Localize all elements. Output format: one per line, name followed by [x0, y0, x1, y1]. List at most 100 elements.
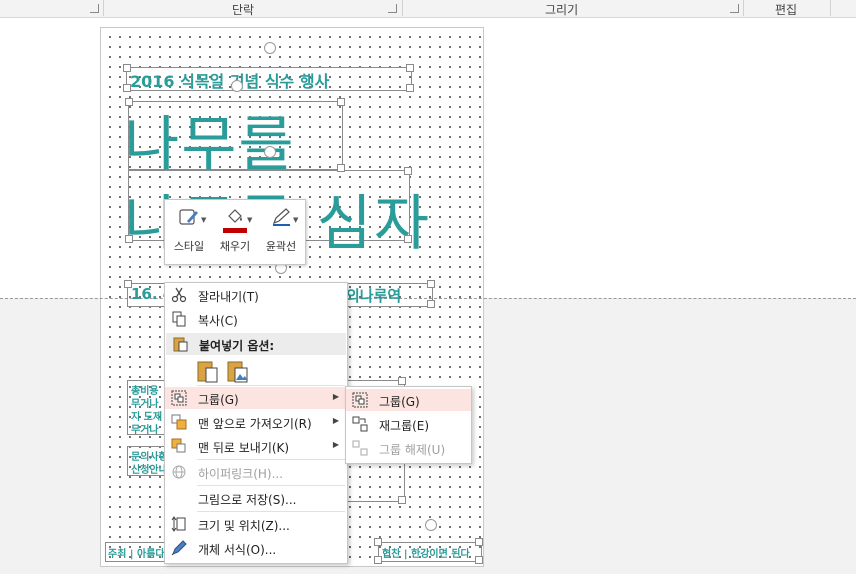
- menu-separator: [197, 385, 345, 386]
- ribbon-separator: [830, 0, 831, 16]
- resize-handle[interactable]: [125, 235, 133, 243]
- menu-item-label: 복사(C): [198, 314, 238, 328]
- resize-handle[interactable]: [404, 167, 412, 175]
- resize-handle[interactable]: [427, 280, 435, 288]
- resize-handle[interactable]: [406, 64, 414, 72]
- ribbon-separator: [402, 0, 403, 16]
- menu-item-label: 잘라내기(T): [198, 290, 259, 304]
- resize-handle[interactable]: [374, 556, 382, 564]
- menu-item-label: 맨 뒤로 보내기(K): [198, 441, 290, 455]
- slide-subtitle: 2016 식목일 기념 식수 행사: [130, 72, 330, 91]
- mini-style-label: 스타일: [173, 240, 205, 253]
- resize-handle[interactable]: [406, 84, 414, 92]
- submenu-arrow-icon: ▶: [332, 440, 339, 449]
- resize-handle[interactable]: [398, 496, 406, 504]
- menu-item-label: 그룹(G): [198, 393, 239, 407]
- resize-handle[interactable]: [337, 98, 345, 106]
- clipboard-icon: [173, 337, 188, 352]
- ribbon-group-paragraph: 단락: [232, 3, 255, 17]
- resize-handle[interactable]: [475, 556, 483, 564]
- send-to-back-icon: [171, 438, 186, 453]
- submenu-item-ungroup: 그룹 해제(U): [346, 437, 471, 459]
- hyperlink-icon: [172, 465, 186, 479]
- bring-to-front-icon: [171, 414, 187, 430]
- paste-options-header: 붙여넣기 옵션:: [166, 333, 346, 355]
- menu-item-copy[interactable]: 복사(C): [165, 308, 347, 330]
- contact-text-line: 신청안내: [131, 465, 168, 476]
- rotate-handle-icon[interactable]: [231, 80, 243, 92]
- rotate-handle-icon[interactable]: [264, 42, 276, 54]
- dialog-launcher-icon[interactable]: [90, 4, 99, 13]
- resize-handle[interactable]: [123, 84, 131, 92]
- menu-item-label: 그림으로 저장(S)...: [198, 493, 297, 507]
- menu-item-format-object[interactable]: 개체 서식(O)...: [165, 537, 347, 559]
- ribbon-group-editing: 편집: [775, 3, 798, 17]
- group-icon: [171, 390, 187, 406]
- rotate-handle-icon[interactable]: [264, 146, 276, 158]
- ungroup-icon: [352, 440, 368, 456]
- slide-location: 의나루역: [346, 287, 402, 305]
- dialog-launcher-icon[interactable]: [388, 4, 397, 13]
- rotate-handle-icon[interactable]: [425, 519, 437, 531]
- mini-toolbar: ▼ 스타일 ▼ 채우기 ▼ 윤곽선: [164, 199, 306, 265]
- submenu-item-label: 재그룹(E): [379, 419, 430, 433]
- menu-item-cut[interactable]: 잘라내기(T): [165, 284, 347, 306]
- mini-style-button[interactable]: ▼ 스타일: [167, 202, 211, 260]
- mini-outline-label: 윤곽선: [265, 240, 297, 253]
- fill-bucket-icon: [228, 209, 242, 223]
- menu-separator: [197, 459, 345, 460]
- format-shape-icon: [171, 540, 187, 556]
- info-text-line: 무거나: [131, 425, 159, 436]
- menu-item-label: 맨 앞으로 가져오기(R): [198, 417, 312, 431]
- menu-item-save-as-picture[interactable]: 그림으로 저장(S)...: [165, 487, 347, 509]
- mini-fill-button[interactable]: ▼ 채우기: [213, 202, 257, 260]
- mini-fill-label: 채우기: [219, 240, 251, 253]
- menu-item-size-position[interactable]: 크기 및 위치(Z)...: [165, 513, 347, 535]
- submenu-item-label: 그룹 해제(U): [379, 443, 446, 457]
- dialog-launcher-icon[interactable]: [730, 4, 739, 13]
- menu-separator: [197, 511, 345, 512]
- footer-organizer: 주최 | 아름다: [108, 549, 165, 560]
- submenu-item-group[interactable]: 그룹(G): [346, 389, 471, 411]
- paste-keep-format-icon[interactable]: [197, 359, 219, 383]
- menu-separator: [197, 485, 345, 486]
- group-icon: [352, 392, 368, 408]
- resize-handle[interactable]: [125, 98, 133, 106]
- chevron-down-icon: ▼: [247, 216, 253, 224]
- resize-handle[interactable]: [337, 164, 345, 172]
- ribbon-group-drawing: 그리기: [545, 3, 579, 17]
- ribbon-separator: [103, 0, 104, 16]
- resize-handle[interactable]: [404, 235, 412, 243]
- paste-options-label: 붙여넣기 옵션:: [199, 339, 275, 353]
- submenu-item-regroup[interactable]: 재그룹(E): [346, 413, 471, 435]
- resize-handle[interactable]: [374, 538, 382, 546]
- copy-icon: [172, 311, 186, 327]
- ribbon-group-labels: 단락 그리기 편집: [0, 0, 856, 18]
- shape-style-icon: [179, 209, 198, 225]
- chevron-down-icon: ▼: [293, 216, 299, 224]
- menu-item-label: 하이퍼링크(H)...: [198, 467, 284, 481]
- menu-item-send-back[interactable]: 맨 뒤로 보내기(K) ▶: [165, 435, 347, 457]
- outline-pen-icon: [272, 208, 290, 226]
- menu-item-group[interactable]: 그룹(G) ▶: [165, 387, 347, 409]
- group-submenu: 그룹(G) 재그룹(E) 그룹 해제(U): [345, 386, 472, 464]
- resize-handle[interactable]: [123, 64, 131, 72]
- submenu-arrow-icon: ▶: [332, 392, 339, 401]
- footer-sponsor: 협찬 | 한강이면 된다: [382, 549, 470, 560]
- resize-handle[interactable]: [427, 300, 435, 308]
- paste-as-picture-icon[interactable]: [227, 359, 249, 383]
- ribbon-separator: [743, 0, 744, 16]
- menu-item-label: 크기 및 위치(Z)...: [198, 519, 290, 533]
- resize-handle[interactable]: [398, 377, 406, 385]
- submenu-arrow-icon: ▶: [332, 416, 339, 425]
- size-position-icon: [171, 516, 186, 532]
- menu-item-bring-front[interactable]: 맨 앞으로 가져오기(R) ▶: [165, 411, 347, 433]
- context-menu: 잘라내기(T) 복사(C) 붙여넣기 옵션: 그룹(G) ▶ 맨 앞으로 가져오…: [164, 282, 348, 564]
- chevron-down-icon: ▼: [201, 216, 207, 224]
- resize-handle[interactable]: [475, 538, 483, 546]
- resize-handle[interactable]: [124, 280, 132, 288]
- menu-item-label: 개체 서식(O)...: [198, 543, 277, 557]
- fill-color-swatch: [223, 228, 247, 233]
- mini-outline-button[interactable]: ▼ 윤곽선: [259, 202, 303, 260]
- menu-item-hyperlink: 하이퍼링크(H)...: [165, 461, 347, 483]
